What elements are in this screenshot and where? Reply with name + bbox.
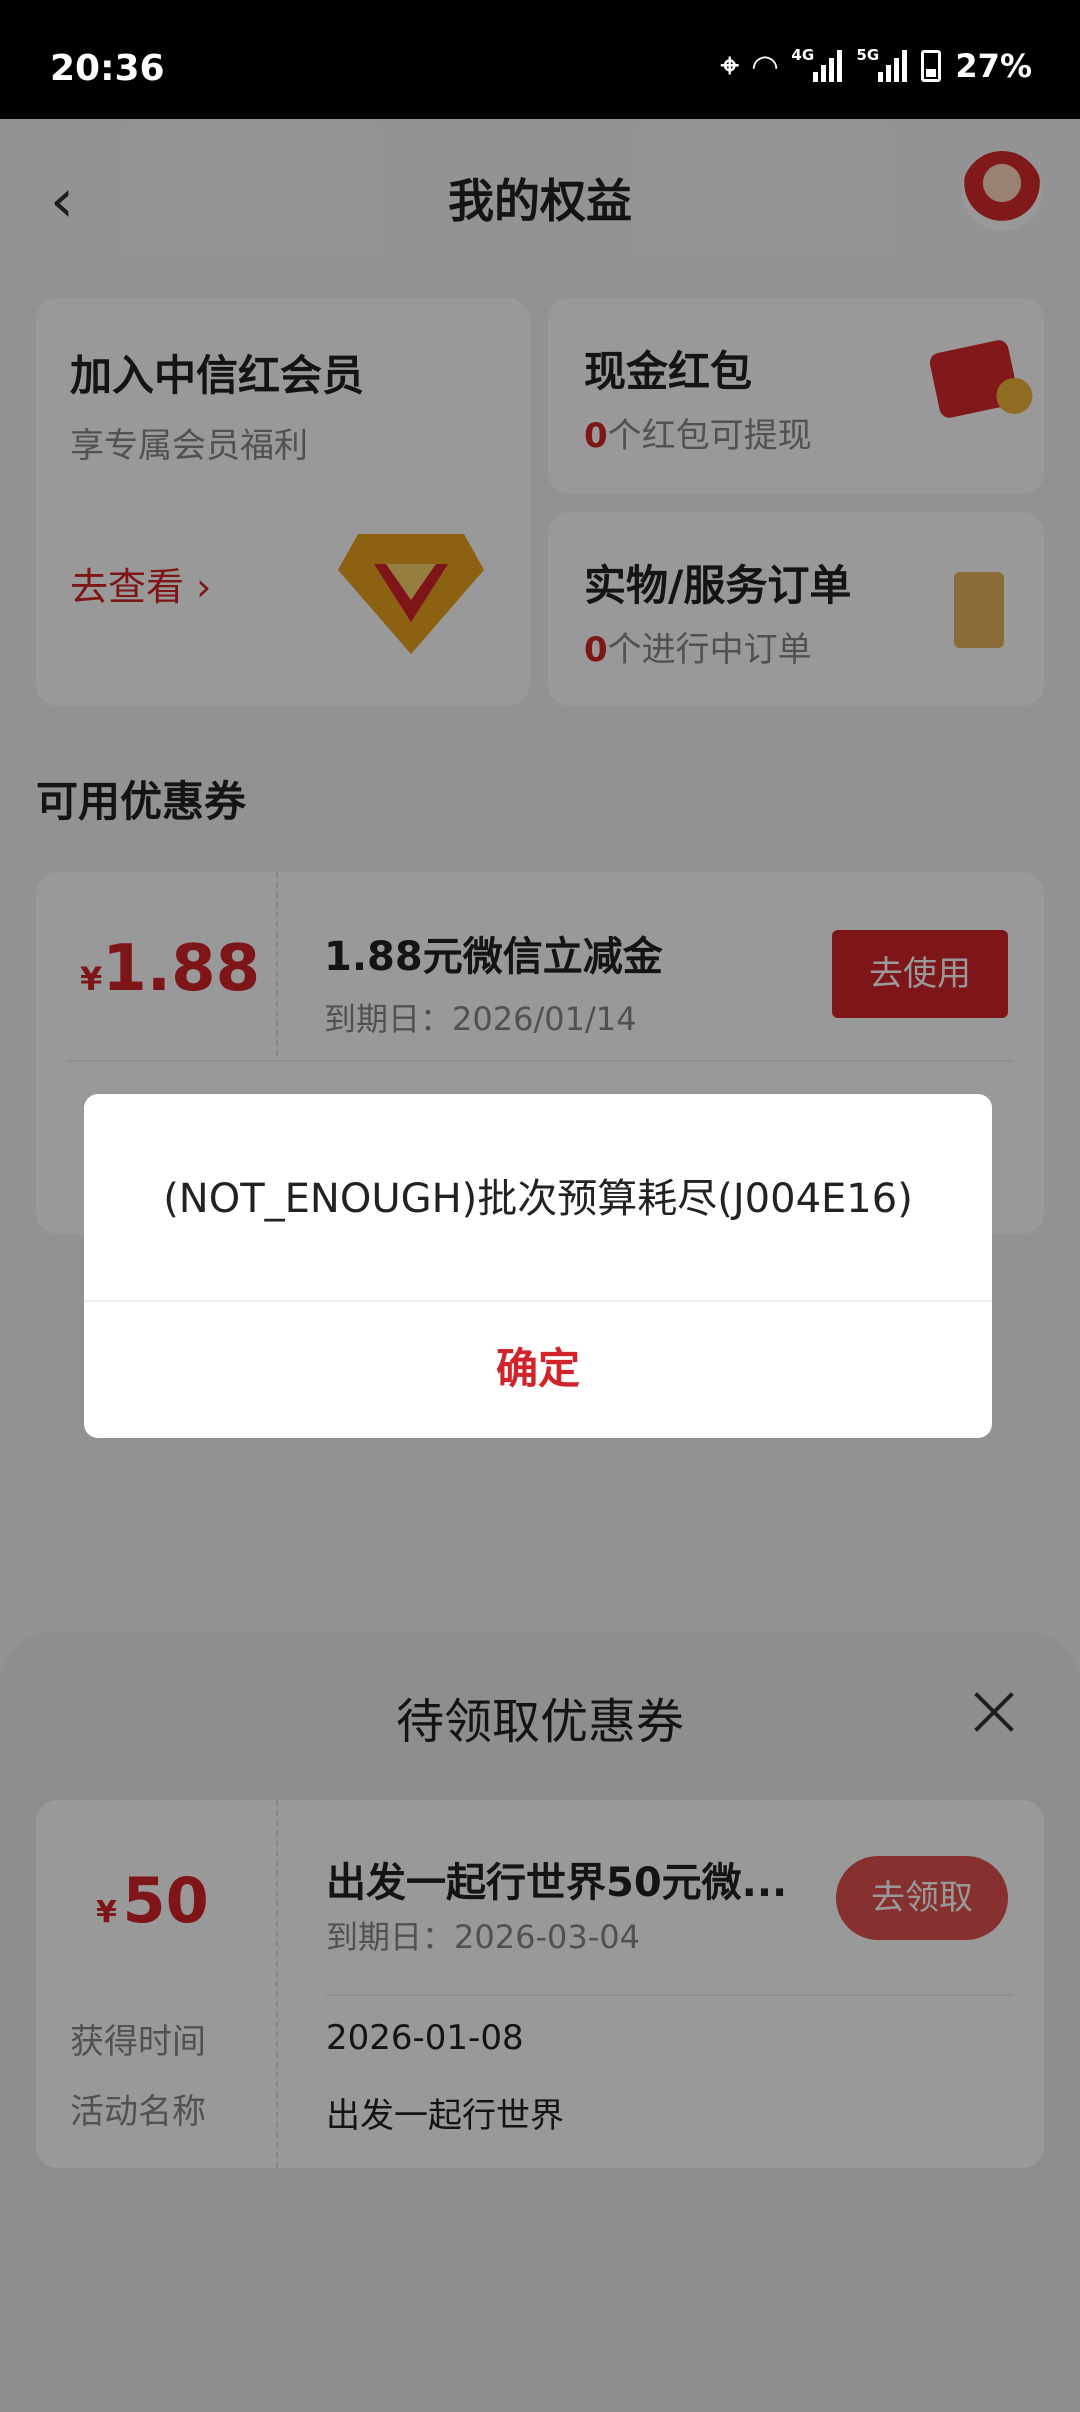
status-bar: 20:36 ⌖ ◠ 4G 5G 27% (0, 0, 1080, 119)
location-icon: ⌖ (720, 46, 739, 84)
signal-5g-icon: 5G (856, 46, 908, 82)
status-time: 20:36 (50, 48, 165, 89)
battery-icon (921, 49, 942, 82)
signal-4g-icon: 4G (791, 46, 843, 82)
wifi-icon: ◠ (752, 46, 778, 85)
confirm-button[interactable]: 确定 (84, 1300, 992, 1438)
alert-dialog: (NOT_ENOUGH)批次预算耗尽(J004E16) 确定 (84, 1094, 992, 1438)
status-icons: ⌖ ◠ 4G 5G 27% (721, 46, 1032, 85)
battery-percent: 27% (955, 46, 1032, 85)
dialog-message: (NOT_ENOUGH)批次预算耗尽(J004E16) (163, 1176, 913, 1222)
